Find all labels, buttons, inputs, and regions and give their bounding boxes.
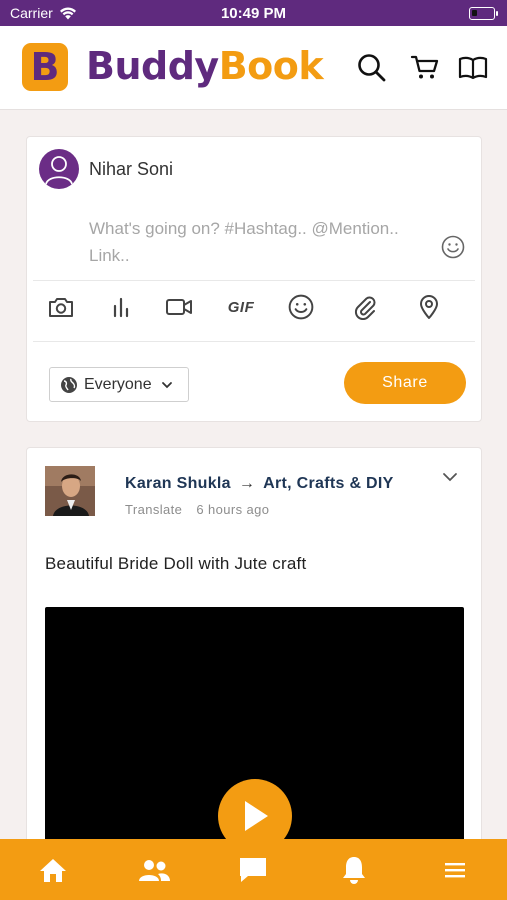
composer-user-name: Nihar Soni <box>89 159 174 179</box>
post-time: 6 hours ago <box>196 502 270 517</box>
author-photo <box>45 466 95 516</box>
group-name[interactable]: Art, Crafts & DIY <box>263 475 393 493</box>
cart-icon[interactable] <box>410 52 440 82</box>
composer-input[interactable]: What's going on? #Hashtag.. @Mention.. L… <box>89 215 419 269</box>
author-name[interactable]: Karan Shukla <box>125 475 231 493</box>
video-icon <box>166 299 192 315</box>
audience-select[interactable]: Everyone <box>49 367 189 402</box>
post-meta: Translate 6 hours ago <box>125 502 283 517</box>
chevron-down-icon[interactable] <box>441 468 459 486</box>
brand-name-part2: Book <box>218 44 324 88</box>
user-placeholder-icon <box>45 156 73 185</box>
video-button[interactable] <box>165 293 193 321</box>
logo-badge[interactable]: B <box>22 43 68 91</box>
poll-button[interactable] <box>107 293 135 321</box>
location-button[interactable] <box>415 293 443 321</box>
arrow-right-icon: → <box>238 475 256 492</box>
nav-home[interactable] <box>38 855 68 885</box>
emoji-icon <box>288 294 314 320</box>
globe-icon <box>61 376 77 393</box>
emoji-button[interactable] <box>287 293 315 321</box>
friends-icon <box>139 860 170 881</box>
translate-link[interactable]: Translate <box>125 502 182 517</box>
post-text: Beautiful Bride Doll with Jute craft <box>45 554 307 573</box>
location-icon <box>420 295 438 319</box>
nav-friends[interactable] <box>137 855 171 885</box>
composer-toolbar: GIF <box>33 280 475 342</box>
brand-logo[interactable]: BuddyBook <box>86 44 324 88</box>
share-button[interactable]: Share <box>344 362 466 404</box>
feed-post: Karan Shukla → Art, Crafts & DIY Transla… <box>26 447 482 867</box>
book-icon[interactable] <box>458 52 488 82</box>
app-header: B BuddyBook <box>0 26 507 110</box>
status-time: 10:49 PM <box>220 5 287 22</box>
nav-notifications[interactable] <box>339 855 369 885</box>
video-player[interactable] <box>45 607 464 866</box>
gif-icon: GIF <box>227 298 255 316</box>
avatar[interactable] <box>39 149 79 189</box>
notifications-icon <box>343 857 365 884</box>
nav-messages[interactable] <box>238 855 268 885</box>
audience-label: Everyone <box>84 375 152 393</box>
camera-icon <box>49 298 73 317</box>
post-composer: Nihar Soni What's going on? #Hashtag.. @… <box>26 136 482 422</box>
play-icon <box>245 801 268 831</box>
chevron-down-icon <box>161 381 172 388</box>
messages-icon <box>240 858 266 882</box>
emoji-icon[interactable] <box>441 235 465 259</box>
author-avatar[interactable] <box>45 466 95 516</box>
bottom-nav <box>0 839 507 900</box>
post-header: Karan Shukla → Art, Crafts & DIY <box>125 475 394 493</box>
search-icon[interactable] <box>356 52 386 82</box>
attachment-icon <box>354 296 376 320</box>
nav-menu[interactable] <box>440 855 470 885</box>
battery-icon <box>469 7 498 20</box>
poll-icon <box>113 297 129 318</box>
menu-icon <box>445 863 465 878</box>
gif-button[interactable]: GIF <box>223 293 259 321</box>
attachment-button[interactable] <box>351 293 379 321</box>
brand-name-part1: Buddy <box>86 44 219 88</box>
camera-button[interactable] <box>47 293 75 321</box>
home-icon <box>40 859 66 882</box>
status-bar: Carrier 10:49 PM <box>0 0 507 26</box>
